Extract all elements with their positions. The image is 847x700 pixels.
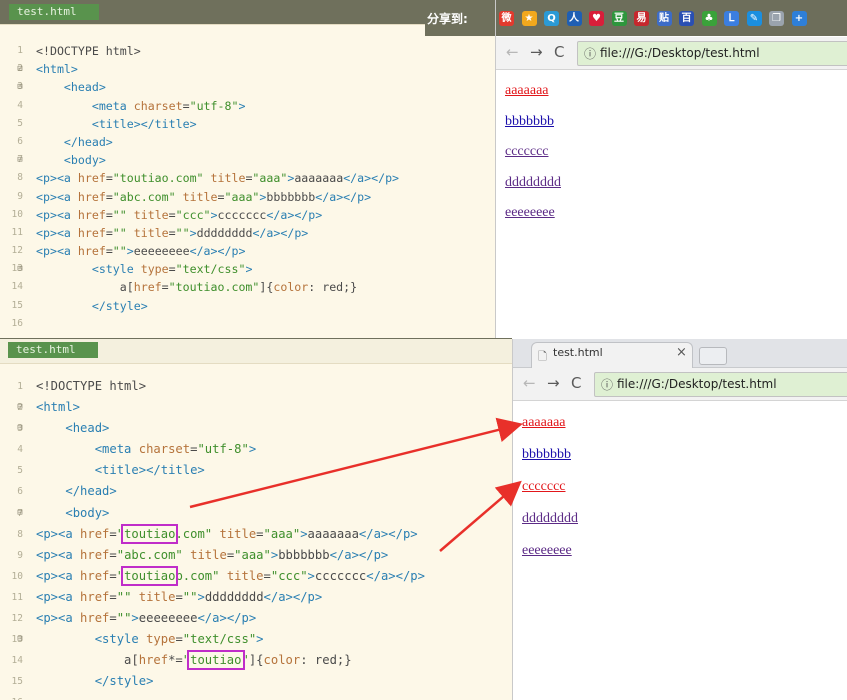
arrow-to-link-a — [189, 417, 523, 509]
annotation-arrows — [189, 417, 523, 552]
arrow-to-link-c — [439, 480, 522, 552]
